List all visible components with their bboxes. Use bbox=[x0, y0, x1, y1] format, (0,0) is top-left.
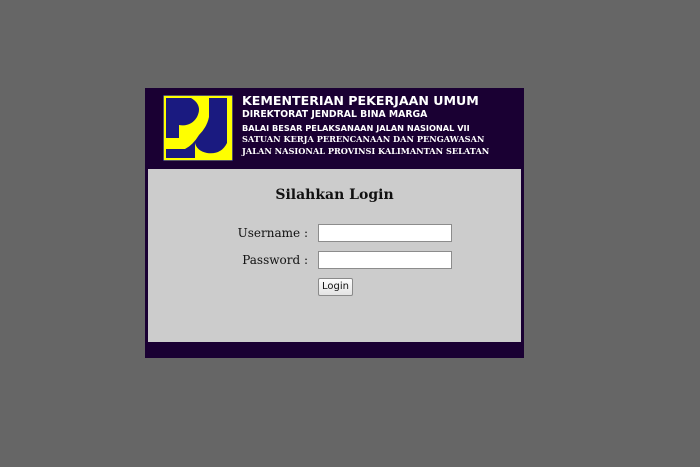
login-heading: Silahkan Login bbox=[275, 187, 394, 203]
password-label: Password : bbox=[242, 253, 308, 267]
unit-title: SATUAN KERJA PERENCANAAN DAN PENGAWASAN bbox=[242, 134, 485, 144]
office-title: BALAI BESAR PELAKSANAAN JALAN NASIONAL V… bbox=[242, 123, 470, 133]
directorate-title: DIREKTORAT JENDRAL BINA MARGA bbox=[242, 109, 428, 120]
login-frame: KEMENTERIAN PEKERJAAN UMUM DIREKTORAT JE… bbox=[145, 88, 524, 358]
password-field[interactable] bbox=[318, 251, 452, 269]
ministry-title: KEMENTERIAN PEKERJAAN UMUM bbox=[242, 93, 479, 108]
username-field[interactable] bbox=[318, 224, 452, 242]
username-label: Username : bbox=[237, 226, 308, 240]
header-banner: KEMENTERIAN PEKERJAAN UMUM DIREKTORAT JE… bbox=[145, 88, 524, 169]
login-button[interactable]: Login bbox=[318, 278, 353, 296]
pu-logo-icon bbox=[163, 95, 233, 161]
region-title: JALAN NASIONAL PROVINSI KALIMANTAN SELAT… bbox=[242, 146, 490, 156]
login-panel: Silahkan Login Username : Password : Log… bbox=[148, 169, 521, 342]
